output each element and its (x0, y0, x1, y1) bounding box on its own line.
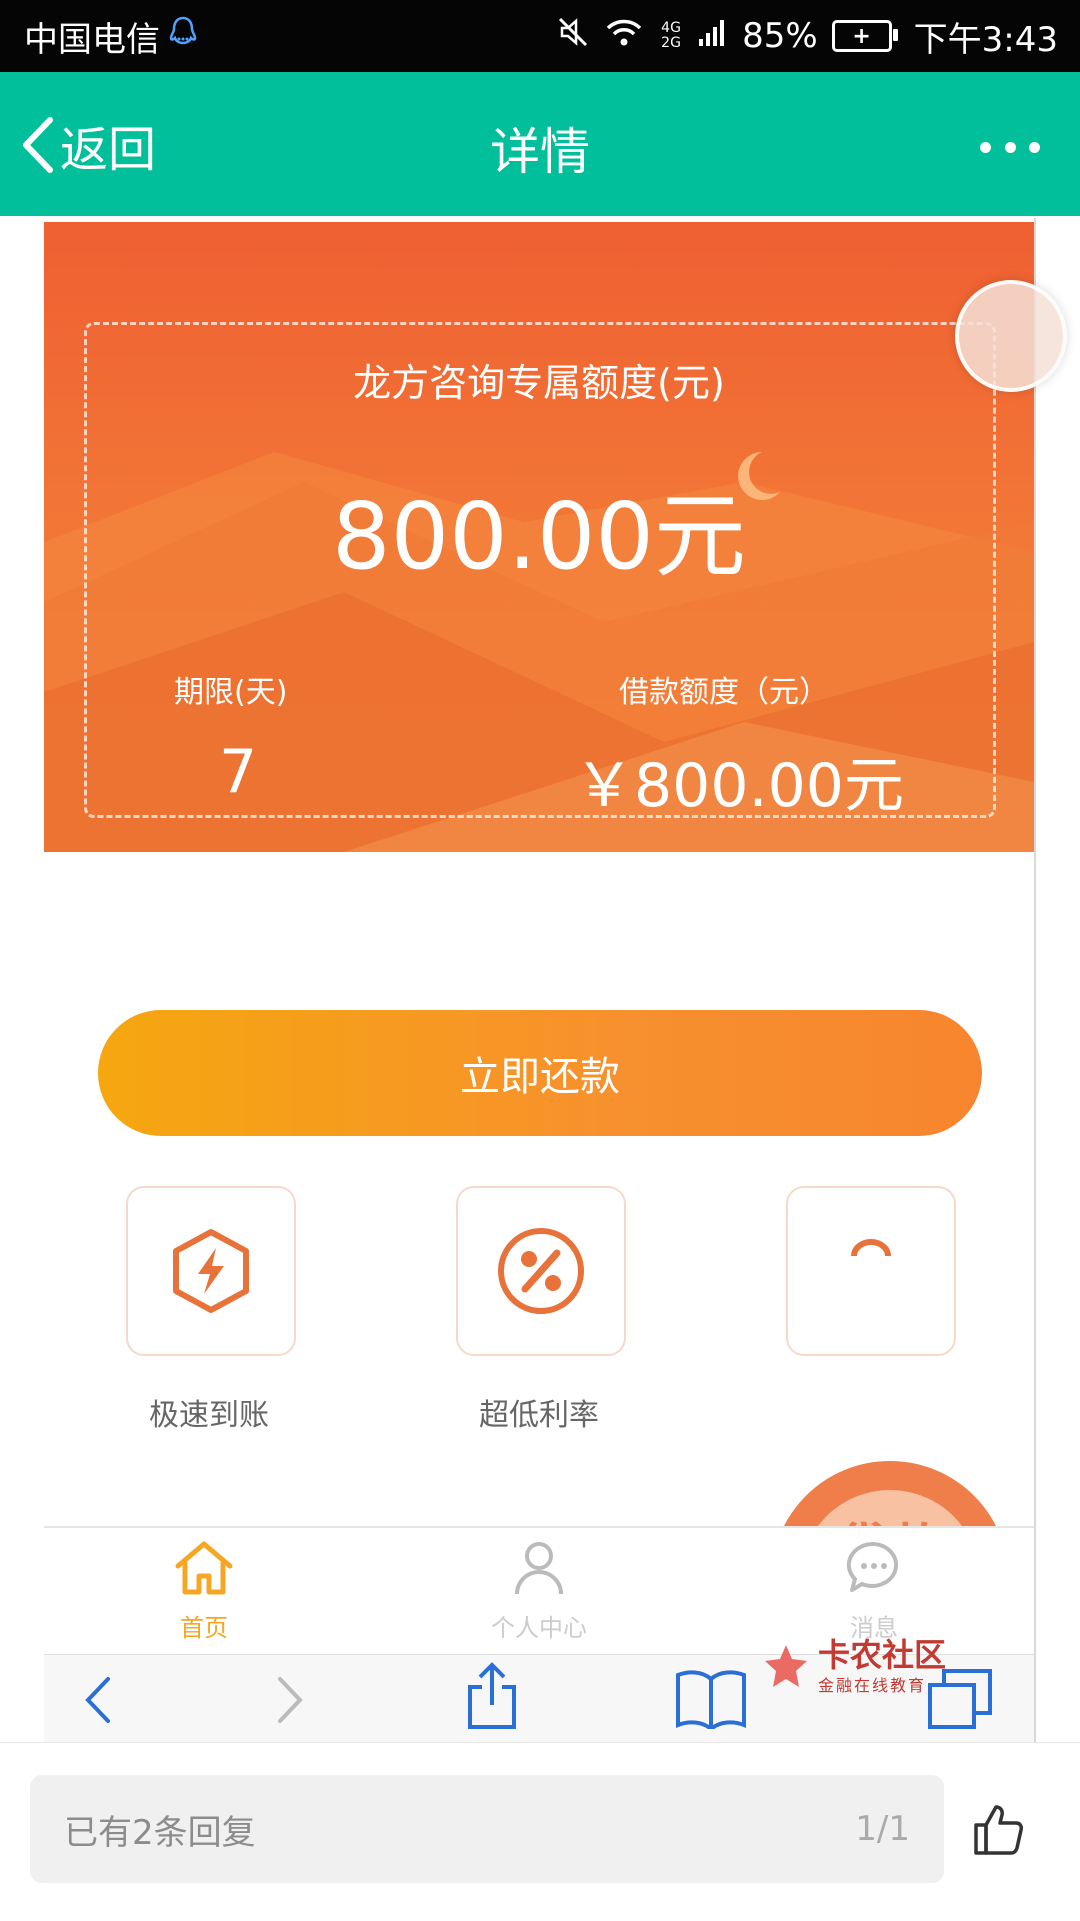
reply-count-text: 已有2条回复 (64, 1812, 256, 1853)
home-icon (175, 1541, 233, 1595)
watermark-logo-icon (765, 1645, 807, 1687)
inner-tab-messages[interactable]: 消息 (784, 1538, 964, 1643)
lightning-icon (173, 1229, 249, 1313)
reply-input[interactable]: 已有2条回复 1/1 (30, 1775, 944, 1883)
navigation-bar: 返回 详情 (0, 72, 1080, 216)
credit-title: 龙方咨询专属额度(元) (353, 361, 725, 405)
dot (980, 141, 991, 153)
term-label: 期限(天) (174, 675, 288, 710)
watermark-subtext: 金融在线教育 (818, 1676, 927, 1695)
repay-now-button[interactable]: 立即还款 (98, 1010, 982, 1136)
status-bar: 中国电信 4G 2G 85% + 下午3:43 (0, 0, 1080, 72)
carrier-label: 中国电信 (24, 19, 160, 60)
page-title: 详情 (490, 123, 590, 181)
page-indicator: 1/1 (855, 1809, 910, 1849)
dot (1004, 141, 1016, 153)
browser-forward-icon[interactable] (276, 1675, 306, 1725)
post-image[interactable]: 龙方咨询专属额度(元) 800.00元 期限(天) 7 借款额度（元） ￥800… (44, 218, 1036, 1742)
mute-icon (556, 15, 590, 58)
loan-limit-value: ￥800.00元 (574, 751, 904, 821)
share-icon[interactable] (464, 1661, 520, 1731)
dot (1029, 141, 1040, 153)
bag-icon (851, 1239, 891, 1257)
feature-fast-arrival[interactable] (126, 1186, 296, 1356)
network-type-label: 4G 2G (661, 20, 681, 51)
person-icon (515, 1542, 563, 1595)
inner-tab-profile[interactable]: 个人中心 (449, 1538, 629, 1643)
inner-tab-home[interactable]: 首页 (114, 1538, 294, 1643)
feature-label: 极速到账 (149, 1398, 269, 1433)
feature-label: 超低利率 (479, 1398, 599, 1433)
watermark-text: 卡农社区 (818, 1636, 947, 1674)
browser-back-icon[interactable] (82, 1675, 112, 1725)
clock: 下午3:43 (913, 19, 1058, 60)
loan-limit-label: 借款额度（元） (619, 675, 829, 710)
more-options-button[interactable] (980, 132, 1040, 162)
message-icon (846, 1541, 899, 1592)
feature-bag[interactable] (786, 1186, 956, 1356)
credit-card-banner: 龙方咨询专属额度(元) 800.00元 期限(天) 7 借款额度（元） ￥800… (44, 222, 1034, 852)
percent-icon (498, 1228, 584, 1314)
qq-notification-icon (168, 15, 198, 58)
bookmarks-icon[interactable] (674, 1669, 748, 1729)
battery-percent: 85% (742, 16, 818, 56)
inner-tab-label: 首页 (180, 1614, 228, 1642)
feature-low-rate[interactable] (456, 1186, 626, 1356)
signal-icon (698, 16, 728, 56)
battery-icon: + (831, 20, 898, 52)
reply-bar: 已有2条回复 1/1 (0, 1742, 1080, 1921)
term-value: 7 (219, 737, 258, 807)
thumbs-up-icon[interactable] (968, 1799, 1028, 1859)
wifi-icon (604, 16, 644, 57)
inner-tab-label: 个人中心 (491, 1614, 587, 1642)
watermark: 卡农社区 金融在线教育 (760, 1638, 946, 1696)
credit-amount: 800.00元 (332, 483, 746, 590)
assistive-touch-button[interactable] (955, 280, 1067, 392)
